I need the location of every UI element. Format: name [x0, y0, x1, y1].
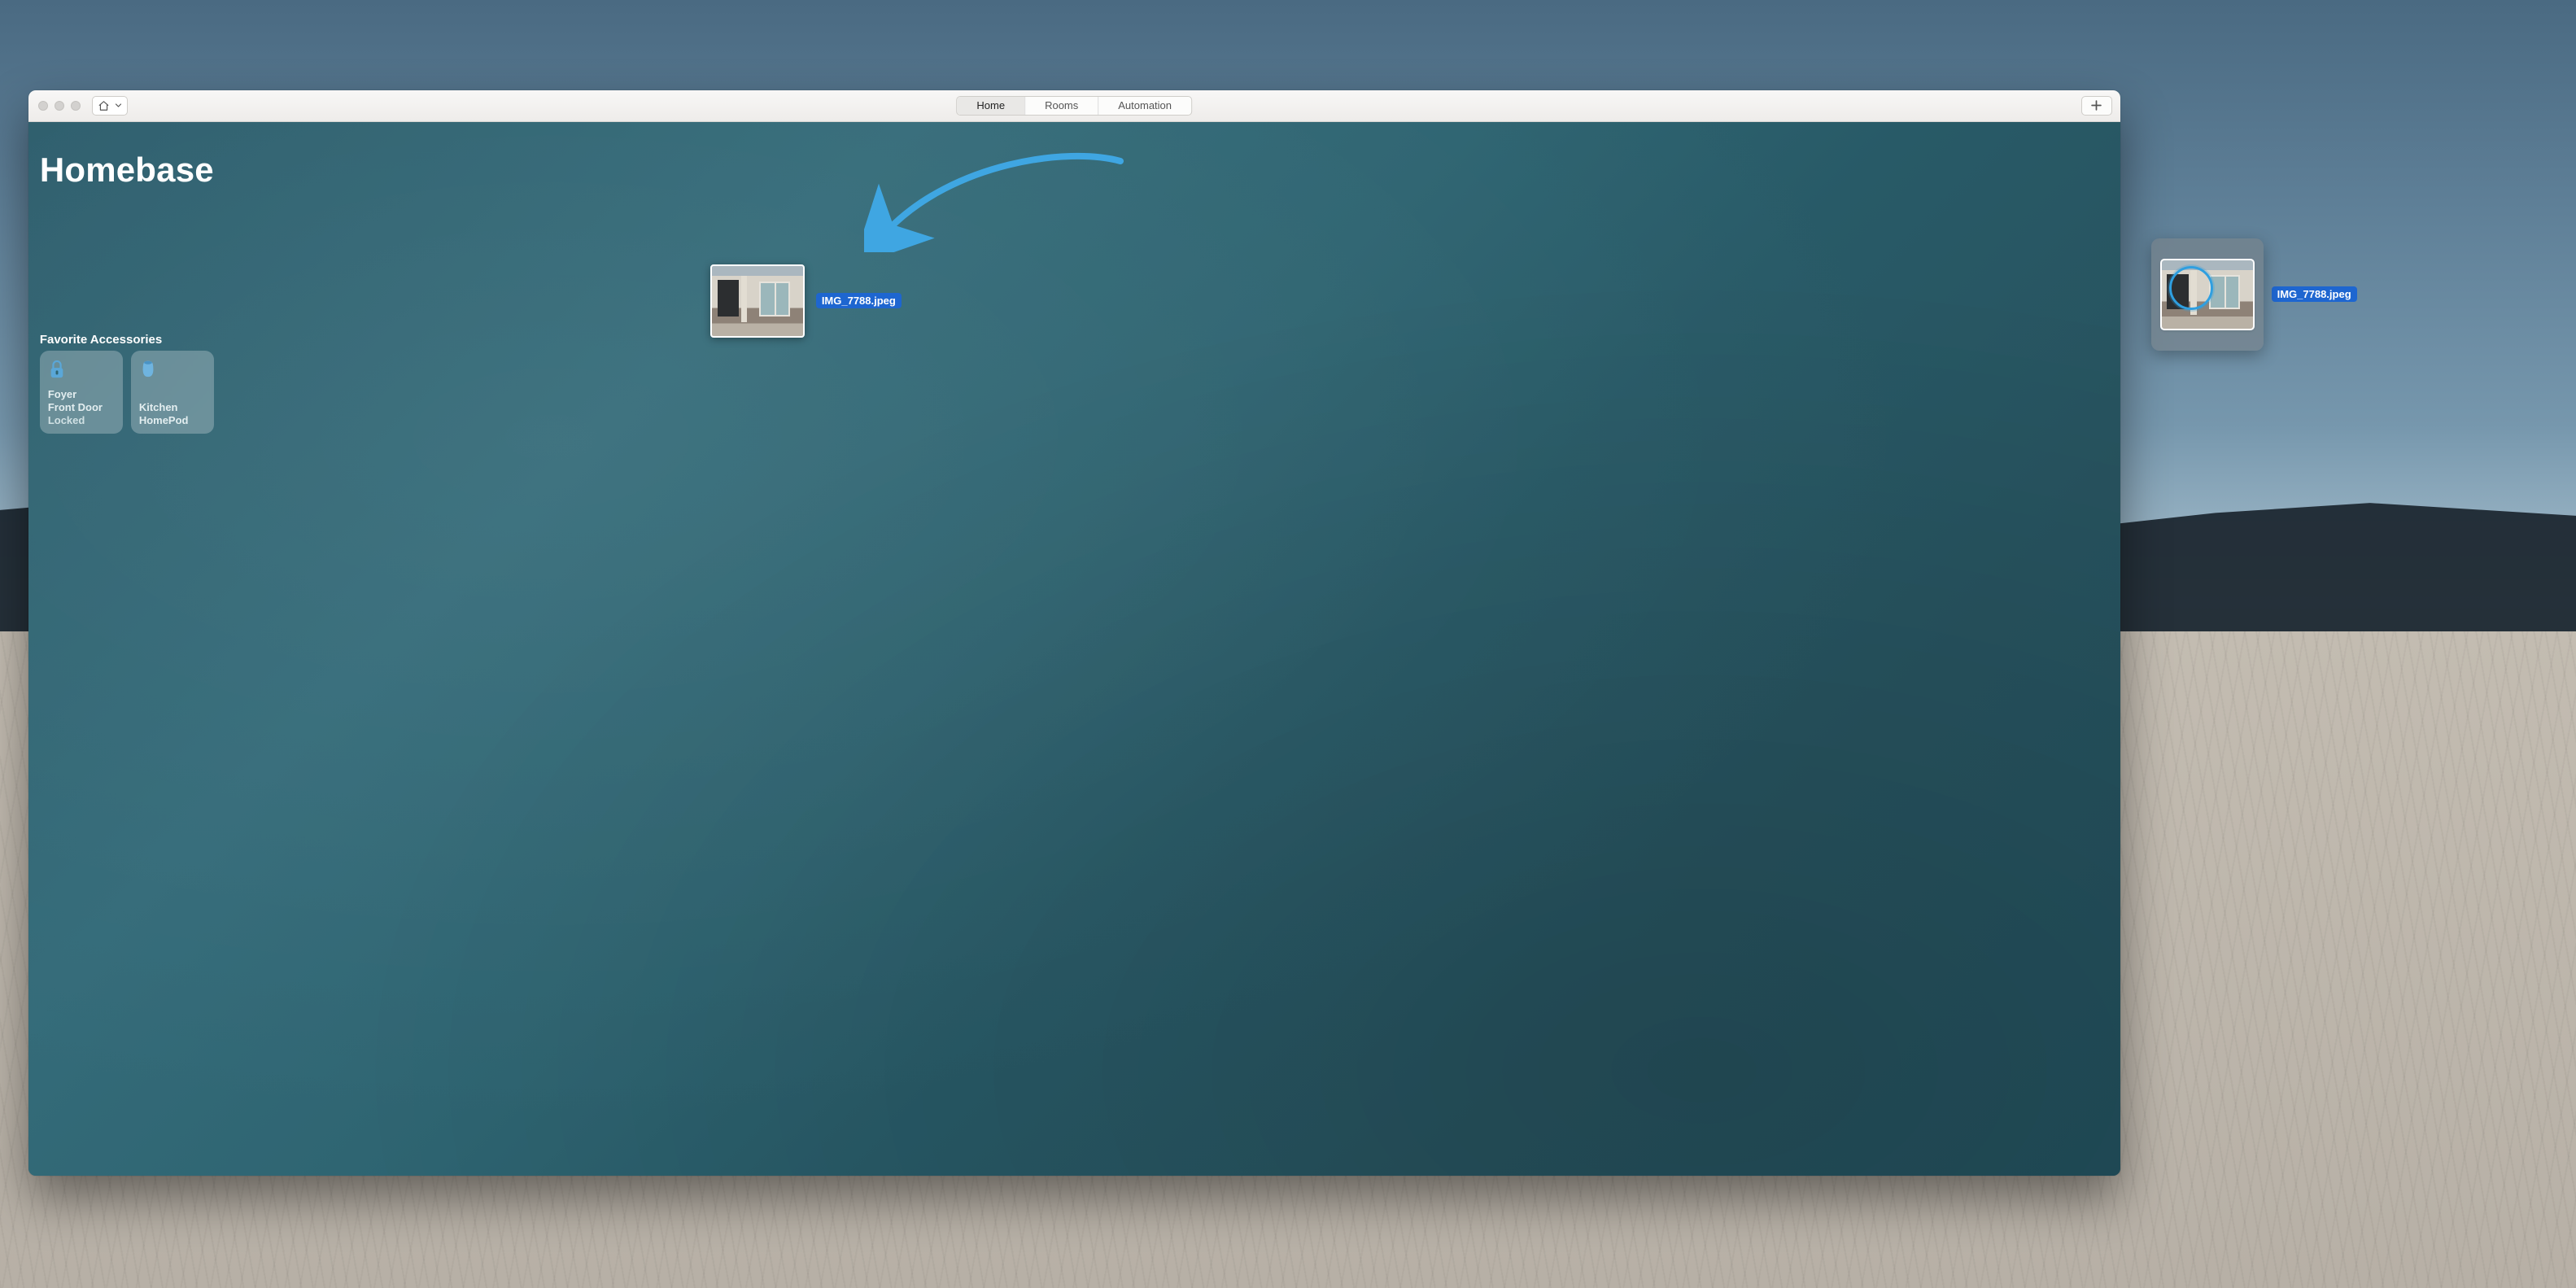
chevron-down-icon	[115, 102, 122, 109]
traffic-lights	[38, 101, 81, 111]
tab-home[interactable]: Home	[957, 97, 1024, 115]
accessory-tile-homepod[interactable]: Kitchen HomePod	[131, 351, 214, 434]
plus-icon	[2091, 100, 2102, 111]
home-picker-dropdown[interactable]	[92, 96, 128, 116]
desktop-file-frame	[2151, 238, 2264, 351]
house-icon	[98, 100, 110, 111]
zoom-window-button[interactable]	[71, 101, 81, 111]
accessory-name: HomePod	[139, 414, 206, 427]
accessory-room: Foyer	[48, 388, 115, 401]
desktop-file[interactable]: IMG_7788.jpeg	[2151, 238, 2357, 351]
add-button[interactable]	[2081, 96, 2112, 116]
dragged-file-proxy[interactable]: IMG_7788.jpeg	[710, 264, 902, 338]
minimize-window-button[interactable]	[55, 101, 64, 111]
home-title: Homebase	[40, 151, 214, 190]
photo-preview	[2162, 260, 2253, 329]
homepod-icon	[139, 359, 206, 380]
dragged-file-name: IMG_7788.jpeg	[816, 293, 902, 308]
favorite-accessories: Foyer Front Door Locked Kitchen HomePod	[40, 351, 214, 434]
accessory-tile-front-door[interactable]: Foyer Front Door Locked	[40, 351, 123, 434]
close-window-button[interactable]	[38, 101, 48, 111]
desktop-file-thumbnail	[2162, 260, 2253, 329]
window-titlebar: Home Rooms Automation	[28, 90, 2120, 122]
accessory-status: Locked	[48, 414, 115, 427]
accessory-labels: Foyer Front Door Locked	[48, 388, 115, 427]
tab-rooms[interactable]: Rooms	[1024, 97, 1098, 115]
dragged-file-thumbnail	[710, 264, 805, 338]
view-segmented-control: Home Rooms Automation	[956, 96, 1192, 116]
accessory-labels: Kitchen HomePod	[139, 401, 206, 427]
window-body: Homebase Favorite Accessories Foyer Fron…	[28, 121, 2120, 1176]
accessory-name: Front Door	[48, 401, 115, 414]
home-app-window: Home Rooms Automation Homebase Favorite …	[28, 90, 2120, 1176]
accessory-room: Kitchen	[139, 401, 206, 414]
desktop-file-name: IMG_7788.jpeg	[2272, 286, 2357, 302]
photo-preview	[712, 266, 803, 336]
tab-automation[interactable]: Automation	[1098, 97, 1191, 115]
lock-icon	[48, 359, 115, 380]
favorites-header: Favorite Accessories	[40, 333, 162, 347]
